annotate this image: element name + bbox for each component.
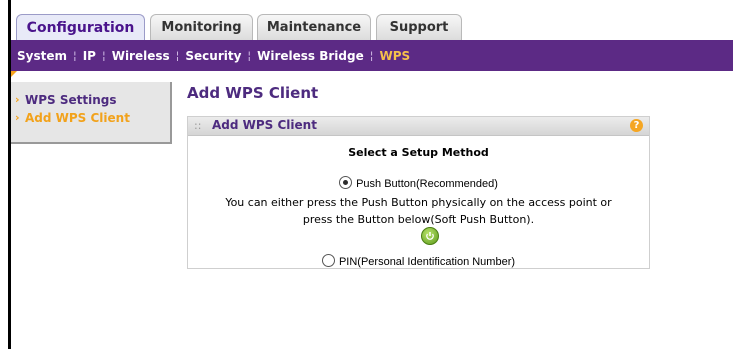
menu-item-label: WPS Settings	[25, 93, 117, 107]
subnav-wps[interactable]: WPS	[373, 49, 416, 63]
menu-item-add-wps-client[interactable]: › Add WPS Client	[15, 111, 130, 125]
subnav-system[interactable]: System	[11, 49, 73, 63]
question-icon[interactable]: ?	[630, 119, 643, 132]
power-arrow-icon	[426, 232, 434, 240]
tab-maintenance[interactable]: Maintenance	[257, 14, 371, 40]
menu-item-wps-settings[interactable]: › WPS Settings	[15, 93, 117, 107]
menu-arrow-icon: ›	[15, 111, 20, 124]
tab-monitoring[interactable]: Monitoring	[150, 14, 253, 40]
subnav-ip[interactable]: IP	[77, 49, 102, 63]
tab-support[interactable]: Support	[376, 14, 462, 40]
push-button-option: Push Button(Recommended)	[188, 176, 649, 190]
left-menu: › WPS Settings › Add WPS Client	[11, 82, 172, 144]
push-button-radio[interactable]	[339, 176, 353, 189]
description-line-1: You can either press the Push Button phy…	[225, 196, 612, 209]
menu-arrow-icon: ›	[15, 93, 20, 106]
pin-radio-label[interactable]: PIN(Personal Identification Number)	[339, 256, 515, 268]
subnav-wireless[interactable]: Wireless	[106, 49, 176, 63]
sub-navigation: System ¦ IP ¦ Wireless ¦ Security ¦ Wire…	[11, 40, 733, 71]
push-button-radio-label[interactable]: Push Button(Recommended)	[356, 178, 498, 190]
add-wps-client-panel: :: Add WPS Client ? Select a Setup Metho…	[187, 116, 650, 269]
menu-item-label: Add WPS Client	[25, 111, 130, 125]
panel-header: :: Add WPS Client ?	[188, 117, 649, 136]
panel-title: Add WPS Client	[212, 118, 317, 132]
pin-option: PIN(Personal Identification Number)	[188, 254, 649, 268]
tab-configuration[interactable]: Configuration	[16, 14, 145, 40]
subnav-security[interactable]: Security	[179, 49, 247, 63]
description-line-2: press the Button below(Soft Push Button)…	[302, 213, 535, 226]
app-frame: Configuration Monitoring Maintenance Sup…	[0, 0, 733, 349]
pin-radio[interactable]	[321, 254, 335, 267]
subnav-corner-marker	[11, 71, 17, 77]
grip-icon: ::	[194, 119, 202, 132]
wps-push-icon[interactable]	[421, 227, 439, 245]
push-button-description: You can either press the Push Button phy…	[188, 194, 649, 228]
page-title: Add WPS Client	[187, 84, 319, 102]
setup-method-heading: Select a Setup Method	[348, 146, 489, 159]
subnav-wireless-bridge[interactable]: Wireless Bridge	[251, 49, 370, 63]
